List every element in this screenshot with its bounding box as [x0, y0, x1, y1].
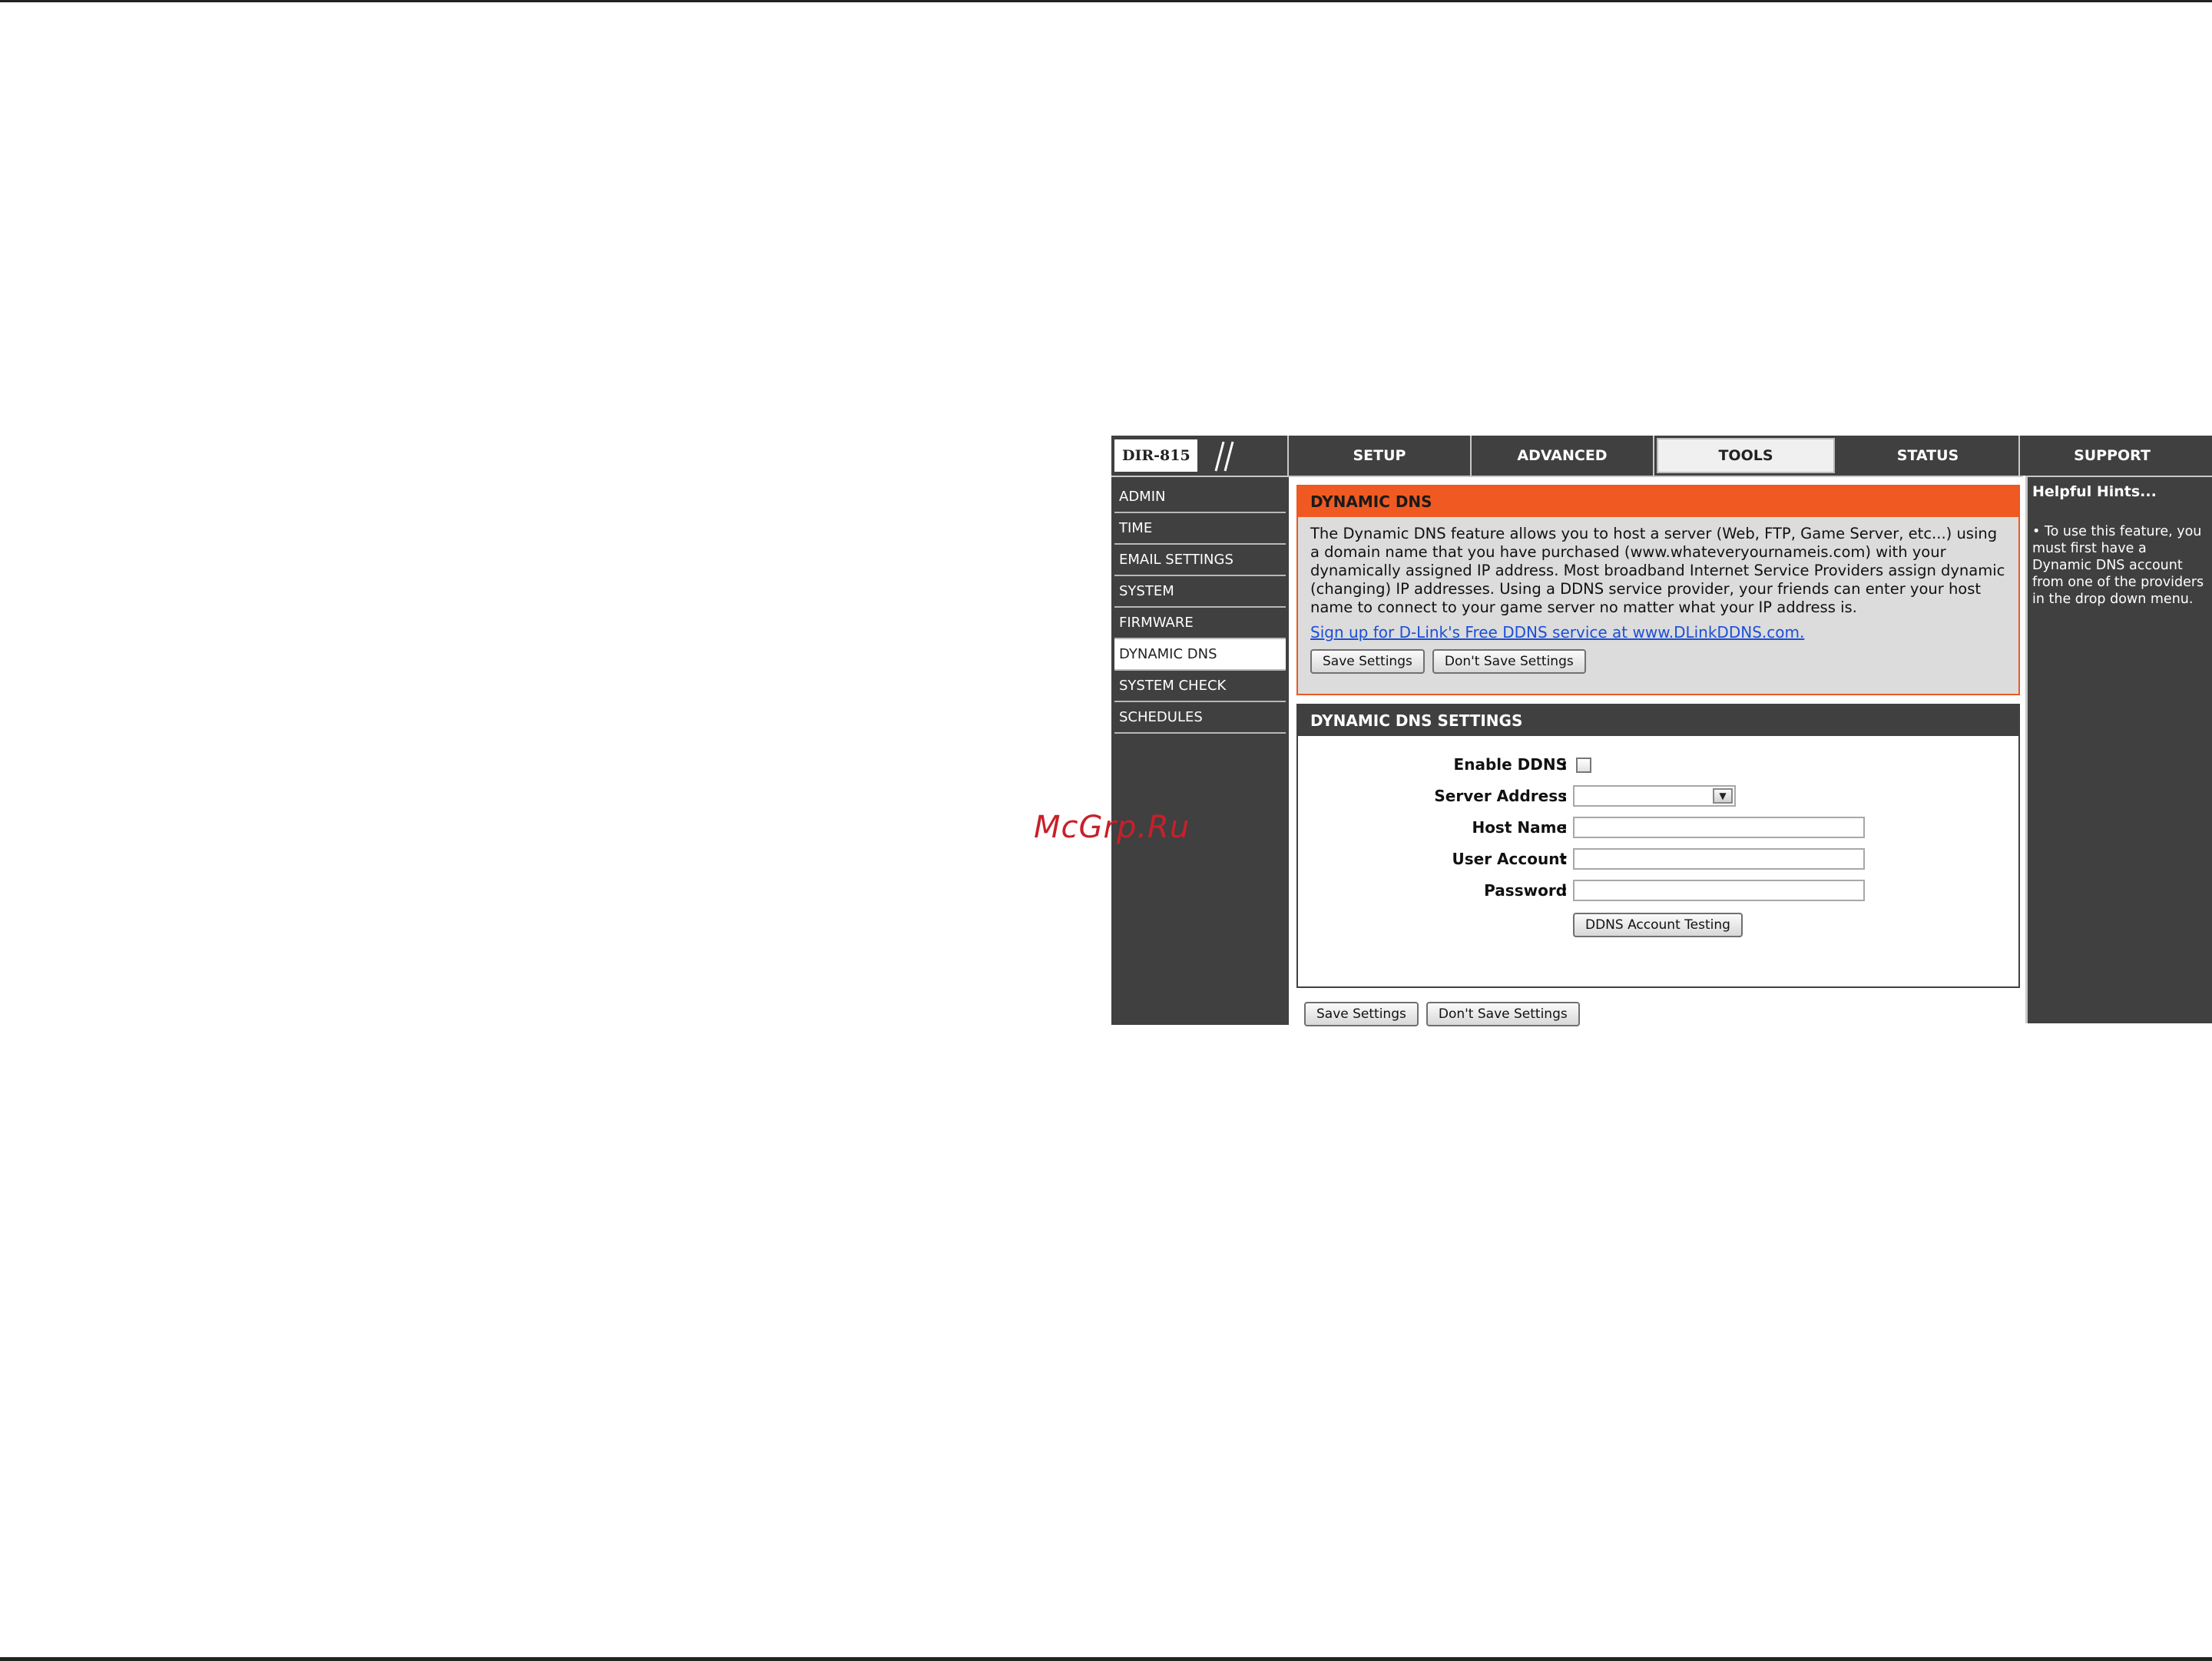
tab-status[interactable]: STATUS [1837, 436, 2020, 476]
sidebar-item-admin[interactable]: ADMIN [1114, 482, 1286, 513]
colon: : [1561, 787, 1568, 805]
tab-support[interactable]: SUPPORT [2020, 436, 2204, 476]
tab-advanced[interactable]: ADVANCED [1472, 436, 1654, 476]
colon: : [1561, 850, 1568, 868]
dynamic-dns-intro-panel: DYNAMIC DNS The Dynamic DNS feature allo… [1296, 485, 2020, 695]
save-settings-button-bottom[interactable]: Save Settings [1304, 1002, 1419, 1026]
model-label: DIR-815 [1114, 439, 1197, 472]
hints-title: Helpful Hints... [2032, 483, 2157, 500]
host-name-input[interactable] [1573, 817, 1865, 838]
tools-sidebar: ADMIN TIME EMAIL SETTINGS SYSTEM FIRMWAR… [1111, 476, 1289, 1025]
tab-tools[interactable]: TOOLS [1654, 436, 1837, 476]
page-bottom-rule [0, 1657, 2212, 1661]
user-account-input[interactable] [1573, 848, 1865, 870]
server-address-label: Server Address [1434, 787, 1567, 805]
bottom-button-row: Save Settings Don't Save Settings [1304, 1002, 1580, 1026]
sidebar-item-email-settings[interactable]: EMAIL SETTINGS [1114, 545, 1286, 576]
colon: : [1561, 755, 1568, 774]
dropdown-arrow-icon[interactable]: ▼ [1713, 788, 1733, 804]
dynamic-dns-settings-panel: DYNAMIC DNS SETTINGS Enable DDNS : Serve… [1296, 704, 2020, 988]
sidebar-item-firmware[interactable]: FIRMWARE [1114, 608, 1286, 639]
server-address-row: Server Address : ▼ [1298, 781, 2020, 812]
password-input[interactable] [1573, 880, 1865, 901]
enable-ddns-label: Enable DDNS [1453, 755, 1567, 774]
settings-title: DYNAMIC DNS SETTINGS [1298, 705, 2018, 736]
main-tabs: SETUP ADVANCED TOOLS STATUS SUPPORT [1289, 436, 2204, 476]
enable-ddns-row: Enable DDNS : [1298, 750, 2020, 781]
password-row: Password : [1298, 876, 2020, 907]
dont-save-settings-button-bottom[interactable]: Don't Save Settings [1426, 1002, 1580, 1026]
dynamic-dns-title: DYNAMIC DNS [1298, 486, 2018, 517]
router-admin-window: DIR-815 SETUP ADVANCED TOOLS STATUS SUPP… [1111, 436, 2212, 1026]
password-label: Password [1484, 881, 1567, 900]
hints-text: • To use this feature, you must first ha… [2032, 524, 2204, 607]
helpful-hints-panel: Helpful Hints... • To use this feature, … [2025, 476, 2212, 1023]
sidebar-item-schedules[interactable]: SCHEDULES [1114, 702, 1286, 734]
slash-logo-icon [1214, 441, 1234, 472]
top-navigation-bar: DIR-815 SETUP ADVANCED TOOLS STATUS SUPP… [1111, 436, 2212, 476]
ddns-account-testing-button[interactable]: DDNS Account Testing [1573, 913, 1743, 937]
user-account-row: User Account : [1298, 844, 2020, 875]
enable-ddns-checkbox[interactable] [1576, 758, 1591, 773]
sidebar-item-system-check[interactable]: SYSTEM CHECK [1114, 671, 1286, 702]
server-address-select[interactable]: ▼ [1573, 785, 1736, 807]
main-content: DYNAMIC DNS The Dynamic DNS feature allo… [1289, 476, 2023, 1026]
dynamic-dns-description: The Dynamic DNS feature allows you to ho… [1310, 525, 2005, 616]
watermark: McGrp.Ru [1034, 810, 1190, 845]
ddns-signup-link[interactable]: Sign up for D-Link's Free DDNS service a… [1310, 623, 2018, 642]
page-top-rule [0, 0, 2212, 2]
colon: : [1561, 818, 1568, 837]
top-button-row: Save Settings Don't Save Settings [1310, 649, 2018, 674]
host-name-row: Host Name : [1298, 813, 2020, 844]
tab-setup[interactable]: SETUP [1289, 436, 1472, 476]
sidebar-item-system[interactable]: SYSTEM [1114, 576, 1286, 608]
dont-save-settings-button[interactable]: Don't Save Settings [1432, 649, 1586, 674]
user-account-label: User Account [1452, 850, 1567, 868]
device-logo: DIR-815 [1111, 436, 1289, 476]
sidebar-item-time[interactable]: TIME [1114, 513, 1286, 545]
save-settings-button[interactable]: Save Settings [1310, 649, 1425, 674]
colon: : [1561, 881, 1568, 900]
sidebar-item-dynamic-dns[interactable]: DYNAMIC DNS [1114, 639, 1286, 671]
host-name-label: Host Name [1472, 818, 1567, 837]
